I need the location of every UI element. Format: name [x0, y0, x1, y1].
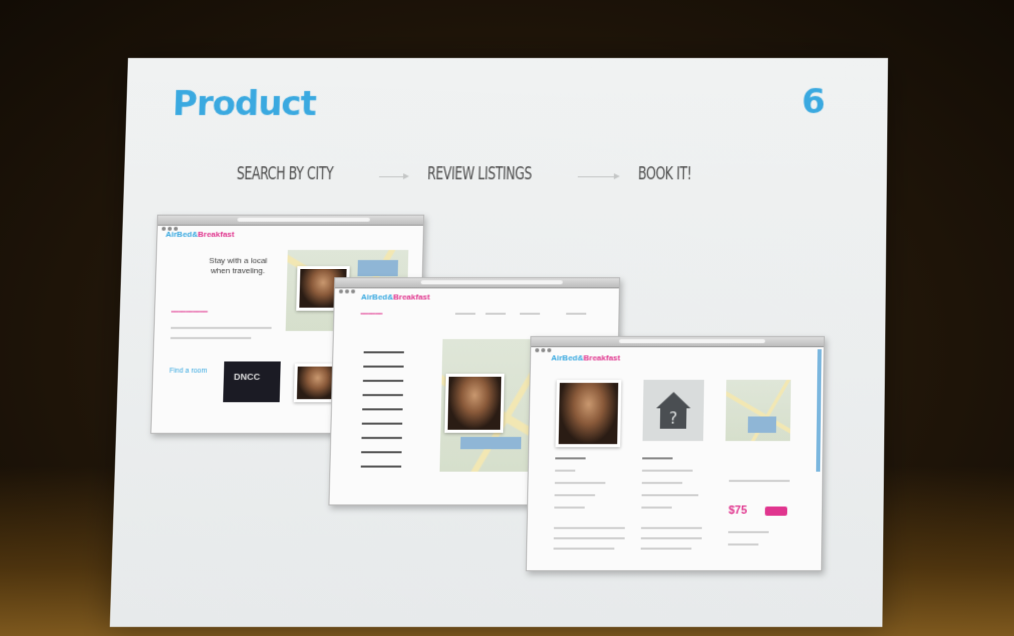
question-house-icon: ? [655, 392, 691, 429]
book-it-button[interactable] [764, 506, 788, 516]
presentation-slide: Product 6 SEARCH BY CITY REVIEW LISTINGS… [109, 58, 888, 627]
brand-logo: AirBed&Breakfast [360, 292, 431, 302]
product-flow-steps: SEARCH BY CITY REVIEW LISTINGS BOOK IT! [124, 164, 887, 194]
booking-page-screenshot: AirBed&Breakfast ? $75 [525, 336, 825, 572]
host-photo [444, 373, 505, 433]
location-map [725, 379, 791, 441]
step-arrow-1 [379, 176, 408, 178]
event-tile: DNCC [223, 361, 281, 403]
slide-number: 6 [801, 82, 826, 123]
search-label: ━━━━━━━━━━ [171, 309, 208, 316]
brand-logo: AirBed&Breakfast [165, 229, 235, 239]
host-profile-photo [555, 379, 622, 448]
step-book-it: BOOK IT! [637, 164, 692, 185]
step-search-by-city: SEARCH BY CITY [236, 164, 334, 185]
nightly-price: $75 [728, 504, 748, 517]
svg-text:?: ? [669, 408, 678, 427]
brand-logo: AirBed&Breakfast [551, 353, 621, 363]
step-review-listings: REVIEW LISTINGS [427, 164, 532, 185]
listing-placeholder-tile: ? [642, 379, 705, 441]
find-room-label: Find a room [169, 367, 208, 375]
browser-title-bar [531, 337, 824, 353]
scrollbar[interactable] [816, 349, 822, 472]
step-arrow-2 [577, 176, 618, 178]
hero-tagline: Stay with a local when traveling. [208, 256, 268, 276]
browser-title-bar [157, 215, 424, 231]
slide-title: Product [171, 84, 317, 125]
browser-title-bar [335, 278, 620, 294]
results-label: ━━━━━━ [360, 311, 383, 318]
